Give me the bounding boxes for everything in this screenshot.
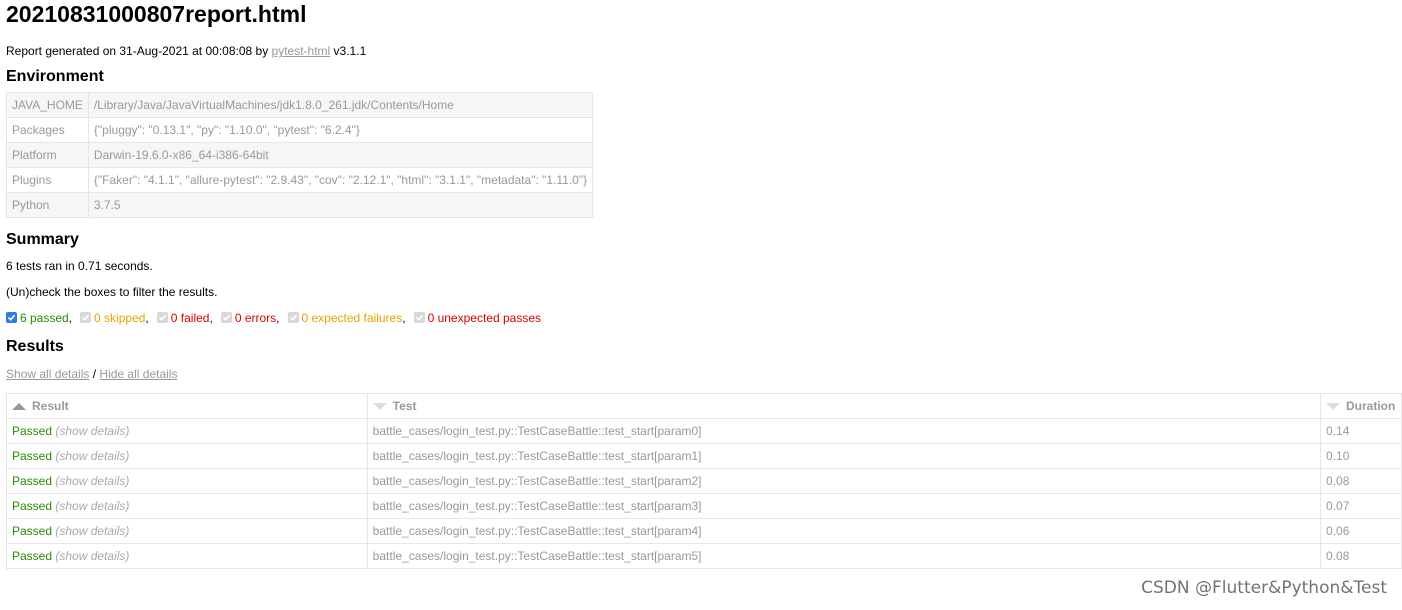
result-cell: Passed (show details)	[6, 443, 368, 469]
test-name-cell: battle_cases/login_test.py::TestCaseBatt…	[366, 468, 1322, 494]
environment-heading: Environment	[6, 68, 104, 85]
duration-cell: 0.08	[1320, 543, 1402, 569]
details-links: Show all details / Hide all details	[6, 367, 1396, 381]
summary-heading: Summary	[6, 231, 79, 248]
hide-all-details-link[interactable]: Hide all details	[99, 367, 177, 381]
result-column-label: Result	[32, 399, 69, 413]
results-header-row: Result Test Duration	[6, 393, 1402, 419]
result-status: Passed	[12, 424, 53, 438]
duration-column-label: Duration	[1346, 399, 1396, 413]
filter-passed-label: 6 passed	[20, 311, 69, 325]
result-cell: Passed (show details)	[6, 518, 368, 544]
table-row[interactable]: Passed (show details) battle_cases/login…	[6, 418, 1402, 444]
result-cell: Passed (show details)	[6, 418, 368, 444]
filter-failed[interactable]: 0 failed,	[156, 310, 221, 326]
show-details-toggle[interactable]: (show details)	[55, 449, 129, 463]
filter-expected-failures[interactable]: 0 expected failures,	[287, 310, 414, 326]
filter-skipped[interactable]: 0 skipped,	[80, 310, 157, 326]
result-status: Passed	[12, 499, 53, 513]
result-status: Passed	[12, 549, 53, 563]
env-key: Plugins	[6, 167, 89, 193]
sort-ascending-icon	[12, 403, 26, 411]
summary-run-line: 6 tests ran in 0.71 seconds.	[6, 259, 153, 273]
duration-cell: 0.10	[1320, 443, 1402, 469]
env-row: Platform Darwin-19.6.0-x86_64-i386-64bit	[6, 142, 594, 168]
env-row: Python 3.7.5	[6, 192, 594, 218]
env-value: {"Faker": "4.1.1", "allure-pytest": "2.9…	[87, 167, 594, 193]
filter-errors-label: 0 errors	[234, 311, 277, 325]
generated-prefix: Report generated on 31-Aug-2021 at 00:08…	[6, 44, 272, 58]
table-row[interactable]: Passed (show details) battle_cases/login…	[6, 518, 1402, 544]
show-all-details-link[interactable]: Show all details	[6, 367, 89, 381]
passed-checkbox[interactable]	[6, 311, 17, 323]
sort-descending-icon	[372, 403, 387, 411]
result-cell: Passed (show details)	[6, 468, 368, 494]
expected-failures-checkbox[interactable]	[287, 311, 299, 323]
env-value: {"pluggy": "0.13.1", "py": "1.10.0", "py…	[87, 117, 594, 143]
csdn-watermark: CSDN @Flutter&Python&Test	[1141, 578, 1387, 598]
result-filters: 6 passed, 0 skipped, 0 failed, 0 errors,…	[6, 310, 1396, 326]
result-status: Passed	[12, 449, 53, 463]
env-value: /Library/Java/JavaVirtualMachines/jdk1.8…	[87, 92, 594, 118]
duration-cell: 0.14	[1320, 418, 1402, 444]
filter-failed-label: 0 failed	[170, 311, 210, 325]
result-status: Passed	[12, 474, 53, 488]
result-column-header[interactable]: Result	[6, 393, 368, 419]
show-details-toggle[interactable]: (show details)	[55, 549, 129, 563]
environment-table: JAVA_HOME /Library/Java/JavaVirtualMachi…	[6, 92, 594, 218]
page-title: 20210831000807report.html	[6, 1, 307, 27]
test-name-cell: battle_cases/login_test.py::TestCaseBatt…	[366, 443, 1322, 469]
test-column-header[interactable]: Test	[366, 393, 1322, 419]
table-row[interactable]: Passed (show details) battle_cases/login…	[6, 468, 1402, 494]
show-details-toggle[interactable]: (show details)	[55, 524, 129, 538]
show-details-toggle[interactable]: (show details)	[55, 474, 129, 488]
filter-unexpected-passes-label: 0 unexpected passes	[427, 311, 541, 325]
env-row: JAVA_HOME /Library/Java/JavaVirtualMachi…	[6, 92, 594, 118]
env-key: JAVA_HOME	[6, 92, 89, 118]
filter-errors[interactable]: 0 errors,	[220, 310, 288, 326]
filter-passed[interactable]: 6 passed,	[6, 310, 80, 326]
failed-checkbox[interactable]	[156, 311, 168, 323]
links-separator: /	[92, 367, 97, 381]
test-name-cell: battle_cases/login_test.py::TestCaseBatt…	[366, 418, 1322, 444]
table-row[interactable]: Passed (show details) battle_cases/login…	[6, 443, 1402, 469]
duration-cell: 0.07	[1320, 493, 1402, 519]
test-column-label: Test	[392, 399, 417, 413]
env-value: Darwin-19.6.0-x86_64-i386-64bit	[87, 142, 594, 168]
test-name-cell: battle_cases/login_test.py::TestCaseBatt…	[366, 543, 1322, 569]
sort-descending-icon	[1326, 403, 1341, 411]
show-details-toggle[interactable]: (show details)	[55, 424, 129, 438]
unexpected-passes-checkbox[interactable]	[413, 311, 425, 323]
env-row: Packages {"pluggy": "0.13.1", "py": "1.1…	[6, 117, 594, 143]
result-status: Passed	[12, 524, 53, 538]
result-cell: Passed (show details)	[6, 543, 368, 569]
result-cell: Passed (show details)	[6, 493, 368, 519]
table-row[interactable]: Passed (show details) battle_cases/login…	[6, 493, 1402, 519]
errors-checkbox[interactable]	[220, 311, 232, 323]
table-row[interactable]: Passed (show details) battle_cases/login…	[6, 543, 1402, 569]
results-heading: Results	[6, 338, 64, 355]
env-key: Platform	[6, 142, 89, 168]
results-table: Result Test Duration Passed (show detail…	[6, 393, 1402, 569]
filter-skipped-label: 0 skipped	[94, 311, 146, 325]
filter-unexpected-passes[interactable]: 0 unexpected passes	[413, 310, 541, 326]
test-name-cell: battle_cases/login_test.py::TestCaseBatt…	[366, 518, 1322, 544]
filter-expected-failures-label: 0 expected failures	[301, 311, 403, 325]
summary-filter-hint: (Un)check the boxes to filter the result…	[6, 285, 218, 299]
env-key: Python	[6, 192, 89, 218]
generated-suffix: v3.1.1	[330, 44, 367, 58]
env-value: 3.7.5	[87, 192, 594, 218]
duration-cell: 0.08	[1320, 468, 1402, 494]
pytest-html-link[interactable]: pytest-html	[272, 44, 331, 58]
show-details-toggle[interactable]: (show details)	[55, 499, 129, 513]
env-key: Packages	[6, 117, 89, 143]
skipped-checkbox[interactable]	[80, 311, 92, 323]
duration-cell: 0.06	[1320, 518, 1402, 544]
duration-column-header[interactable]: Duration	[1320, 393, 1402, 419]
generated-line: Report generated on 31-Aug-2021 at 00:08…	[6, 43, 1396, 59]
env-row: Plugins {"Faker": "4.1.1", "allure-pytes…	[6, 167, 594, 193]
test-name-cell: battle_cases/login_test.py::TestCaseBatt…	[366, 493, 1322, 519]
